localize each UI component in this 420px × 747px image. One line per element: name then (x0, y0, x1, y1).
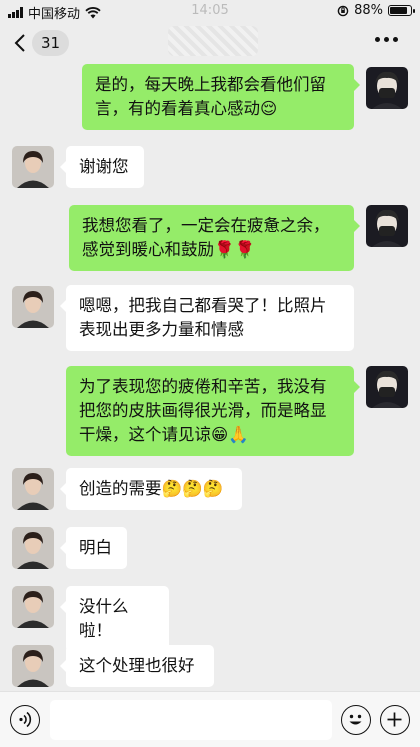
more-functions-button[interactable] (380, 705, 410, 735)
battery-icon (388, 5, 415, 16)
received-message-bubble[interactable]: 没什么啦！ (60, 586, 169, 652)
nav-bar: 31 (0, 24, 420, 64)
emoji-icon (349, 714, 362, 725)
rotation-lock-icon (337, 5, 349, 16)
voice-icon (19, 711, 32, 728)
contact-avatar[interactable] (12, 586, 54, 628)
more-button[interactable] (375, 37, 398, 42)
received-message-bubble[interactable]: 谢谢您 (60, 146, 144, 188)
contact-avatar[interactable] (12, 645, 54, 687)
voice-button[interactable] (10, 705, 40, 735)
unread-count-badge: 31 (32, 30, 70, 56)
received-message-bubble[interactable]: 这个处理也很好 (60, 645, 214, 687)
contact-avatar[interactable] (12, 146, 54, 188)
my-avatar[interactable] (366, 67, 408, 109)
received-message-bubble[interactable]: 嗯嗯，把我自己都看哭了！比照片表现出更多力量和情感 (60, 285, 354, 351)
received-message-bubble[interactable]: 明白 (60, 527, 127, 569)
chevron-left-icon (14, 34, 25, 52)
chat-area[interactable]: 是的，每天晚上我都会看他们留言，有的看着真心感动😌 谢谢您 我想您看了，一定会在… (0, 64, 420, 691)
contact-avatar[interactable] (12, 527, 54, 569)
emoji-button[interactable] (341, 705, 371, 735)
status-right: 88% (337, 3, 415, 18)
my-avatar[interactable] (366, 205, 408, 247)
received-message-bubble[interactable]: 创造的需要🤔🤔🤔 (60, 468, 242, 510)
plus-icon (387, 712, 402, 727)
sent-message-bubble[interactable]: 我想您看了，一定会在疲惫之余，感觉到暖心和鼓励🌹🌹 (69, 205, 360, 271)
contact-avatar[interactable] (12, 468, 54, 510)
my-avatar[interactable] (366, 366, 408, 408)
sent-message-bubble[interactable]: 是的，每天晚上我都会看他们留言，有的看着真心感动😌 (82, 64, 360, 130)
contact-avatar[interactable] (12, 286, 54, 328)
chat-title-obscured (168, 26, 258, 56)
back-button[interactable]: 31 (14, 30, 70, 56)
input-bar (0, 691, 420, 747)
status-bar: 中国移动 14:05 88% (0, 0, 420, 24)
battery-percent: 88% (354, 3, 383, 18)
more-dots-icon (375, 37, 380, 42)
message-input[interactable] (50, 700, 332, 740)
sent-message-bubble[interactable]: 为了表现您的疲倦和辛苦，我没有把您的皮肤画得很光滑，而是略显干燥，这个请见谅😁🙏 (66, 366, 360, 456)
